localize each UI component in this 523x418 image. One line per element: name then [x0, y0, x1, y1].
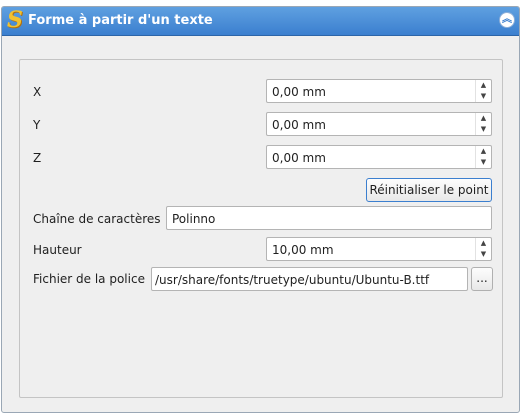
panel-title: Forme à partir d'un texte: [28, 13, 213, 28]
height-value: 10,00 mm: [272, 243, 334, 257]
font-file-value: /usr/share/fonts/truetype/ubuntu/Ubuntu-…: [155, 273, 430, 287]
freecad-logo-icon: S: [7, 7, 23, 33]
spin-down-icon[interactable]: ▼: [476, 157, 491, 168]
spin-down-icon[interactable]: ▼: [476, 91, 491, 102]
z-input[interactable]: 0,00 mm ▲ ▼: [266, 145, 492, 169]
y-input[interactable]: 0,00 mm ▲ ▼: [266, 112, 492, 136]
height-label: Hauteur: [33, 243, 82, 257]
z-label: Z: [33, 151, 42, 165]
height-spinbox[interactable]: ▲ ▼: [475, 238, 491, 260]
height-input[interactable]: 10,00 mm ▲ ▼: [266, 237, 492, 261]
spin-up-icon[interactable]: ▲: [476, 113, 491, 124]
z-spinbox[interactable]: ▲ ▼: [475, 146, 491, 168]
collapse-up-icon[interactable]: ︽: [499, 12, 515, 28]
panel-title-bar[interactable]: S Forme à partir d'un texte ︽: [2, 7, 519, 36]
y-label: Y: [33, 118, 41, 132]
spin-down-icon[interactable]: ▼: [476, 249, 491, 260]
font-file-input[interactable]: /usr/share/fonts/truetype/ubuntu/Ubuntu-…: [151, 267, 468, 291]
z-value: 0,00 mm: [272, 151, 326, 165]
string-input[interactable]: Polinno: [166, 206, 492, 230]
spin-up-icon[interactable]: ▲: [476, 238, 491, 249]
x-spinbox[interactable]: ▲ ▼: [475, 80, 491, 102]
y-spinbox[interactable]: ▲ ▼: [475, 113, 491, 135]
string-label: Chaîne de caractères: [33, 212, 161, 226]
spin-up-icon[interactable]: ▲: [476, 146, 491, 157]
x-label: X: [33, 85, 42, 99]
x-value: 0,00 mm: [272, 85, 326, 99]
font-file-label: Fichier de la police: [33, 272, 145, 286]
spin-down-icon[interactable]: ▼: [476, 124, 491, 135]
string-value: Polinno: [172, 212, 216, 226]
browse-button[interactable]: ...: [471, 267, 493, 291]
reset-point-button[interactable]: Réinitialiser le point: [366, 178, 492, 202]
parameters-groupbox: X 0,00 mm ▲ ▼ Y 0,00 mm ▲ ▼ Z 0,00 mm ▲ …: [19, 59, 503, 398]
task-panel: S Forme à partir d'un texte ︽ X 0,00 mm …: [1, 6, 520, 413]
x-input[interactable]: 0,00 mm ▲ ▼: [266, 79, 492, 103]
spin-up-icon[interactable]: ▲: [476, 80, 491, 91]
y-value: 0,00 mm: [272, 118, 326, 132]
